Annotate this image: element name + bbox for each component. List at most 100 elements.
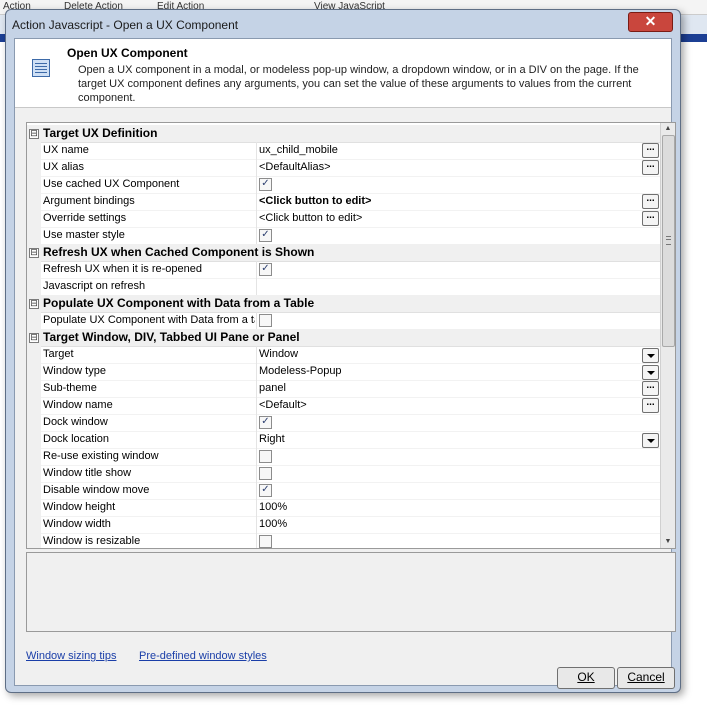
scroll-up-icon[interactable]: ▲	[661, 123, 675, 135]
ellipsis-button[interactable]: ...	[642, 194, 659, 209]
column-separator[interactable]	[256, 363, 257, 380]
property-row-ux-name[interactable]: UX name ux_child_mobile...	[27, 142, 661, 160]
column-separator[interactable]	[256, 261, 257, 278]
property-row-dock-window[interactable]: Dock window ✓	[27, 414, 661, 432]
collapse-toggle-icon[interactable]: ⊟	[29, 248, 39, 258]
column-separator[interactable]	[256, 414, 257, 431]
chevron-down-icon[interactable]	[642, 365, 659, 380]
cancel-button[interactable]: Cancel	[617, 667, 675, 689]
category-populate-ux-component-with-data-from-a-table[interactable]: ⊟ Populate UX Component with Data from a …	[27, 295, 661, 313]
column-separator[interactable]	[256, 482, 257, 499]
property-value[interactable]: ux_child_mobile	[259, 144, 338, 156]
column-separator[interactable]	[256, 227, 257, 244]
collapse-toggle-icon[interactable]: ⊟	[29, 299, 39, 309]
property-row-window-name[interactable]: Window name <Default>...	[27, 397, 661, 415]
collapse-toggle-icon[interactable]: ⊟	[29, 129, 39, 139]
property-value[interactable]: 100%	[259, 501, 287, 513]
ellipsis-button[interactable]: ...	[642, 211, 659, 226]
chevron-down-icon[interactable]	[642, 348, 659, 363]
title-bar[interactable]: Action Javascript - Open a UX Component …	[6, 10, 680, 38]
property-value[interactable]: 100%	[259, 518, 287, 530]
property-row-window-height[interactable]: Window height 100%	[27, 499, 661, 517]
column-separator[interactable]	[256, 448, 257, 465]
column-separator[interactable]	[256, 312, 257, 329]
category-target-window-div-tabbed-ui-pane-or-panel[interactable]: ⊟ Target Window, DIV, Tabbed UI Pane or P…	[27, 329, 661, 347]
row-margin	[27, 414, 41, 431]
column-separator[interactable]	[256, 516, 257, 533]
ellipsis-button[interactable]: ...	[642, 398, 659, 413]
property-row-use-master-style[interactable]: Use master style ✓	[27, 227, 661, 245]
column-separator[interactable]	[256, 193, 257, 210]
category-refresh-ux-when-cached-component-is-shown[interactable]: ⊟ Refresh UX when Cached Component is Sho…	[27, 244, 661, 262]
property-checkbox[interactable]	[259, 535, 272, 548]
property-value[interactable]: <Default>	[259, 399, 307, 411]
property-row-use-cached-ux-component[interactable]: Use cached UX Component ✓	[27, 176, 661, 194]
scroll-thumb[interactable]	[662, 135, 675, 347]
property-name: Window name	[43, 399, 113, 411]
property-row-target[interactable]: Target Window	[27, 346, 661, 364]
ellipsis-button[interactable]: ...	[642, 381, 659, 396]
column-separator[interactable]	[256, 346, 257, 363]
property-value[interactable]: Right	[259, 433, 285, 445]
property-value[interactable]: <Click button to edit>	[259, 212, 362, 224]
column-separator[interactable]	[256, 465, 257, 482]
column-separator[interactable]	[256, 142, 257, 159]
column-separator[interactable]	[256, 380, 257, 397]
vertical-scrollbar[interactable]: ▲ ▼	[660, 123, 675, 548]
column-separator[interactable]	[256, 278, 257, 295]
column-separator[interactable]	[256, 210, 257, 227]
ellipsis-button[interactable]: ...	[642, 143, 659, 158]
property-row-javascript-on-refresh[interactable]: Javascript on refresh	[27, 278, 661, 296]
property-name: Window title show	[43, 467, 132, 479]
property-checkbox[interactable]	[259, 467, 272, 480]
category-label: Refresh UX when Cached Component is Show…	[43, 245, 315, 259]
column-separator[interactable]	[256, 397, 257, 414]
property-value[interactable]: Window	[259, 348, 298, 360]
property-checkbox[interactable]	[259, 314, 272, 327]
property-checkbox[interactable]: ✓	[259, 484, 272, 497]
property-value[interactable]: <DefaultAlias>	[259, 161, 331, 173]
ok-button[interactable]: OK	[557, 667, 615, 689]
column-separator[interactable]	[256, 499, 257, 516]
property-row-window-title-show[interactable]: Window title show	[27, 465, 661, 483]
property-value[interactable]: <Click button to edit>	[259, 195, 371, 207]
property-row-override-settings[interactable]: Override settings <Click button to edit>.…	[27, 210, 661, 228]
collapse-toggle-icon[interactable]: ⊟	[29, 333, 39, 343]
form-grid-icon	[32, 59, 50, 77]
property-row-window-type[interactable]: Window type Modeless-Popup	[27, 363, 661, 381]
row-margin	[27, 533, 41, 548]
property-row-re-use-existing-window[interactable]: Re-use existing window	[27, 448, 661, 466]
property-checkbox[interactable]	[259, 450, 272, 463]
predefined-window-styles-link[interactable]: Pre-defined window styles	[139, 650, 267, 662]
property-row-populate-ux-component-with-data-from-a-ta[interactable]: Populate UX Component with Data from a t…	[27, 312, 661, 330]
property-row-ux-alias[interactable]: UX alias <DefaultAlias>...	[27, 159, 661, 177]
property-value[interactable]: Modeless-Popup	[259, 365, 342, 377]
property-row-sub-theme[interactable]: Sub-theme panel...	[27, 380, 661, 398]
property-name: Override settings	[43, 212, 127, 224]
column-separator[interactable]	[256, 431, 257, 448]
window-sizing-tips-link[interactable]: Window sizing tips	[26, 650, 116, 662]
property-value[interactable]: panel	[259, 382, 286, 394]
column-separator[interactable]	[256, 159, 257, 176]
row-margin	[27, 278, 41, 295]
row-margin	[27, 499, 41, 516]
property-name: Sub-theme	[43, 382, 97, 394]
column-separator[interactable]	[256, 533, 257, 548]
property-row-window-width[interactable]: Window width 100%	[27, 516, 661, 534]
property-row-dock-location[interactable]: Dock location Right	[27, 431, 661, 449]
property-checkbox[interactable]: ✓	[259, 416, 272, 429]
property-row-disable-window-move[interactable]: Disable window move ✓	[27, 482, 661, 500]
ellipsis-button[interactable]: ...	[642, 160, 659, 175]
close-button[interactable]: ✕	[628, 12, 673, 32]
column-separator[interactable]	[256, 176, 257, 193]
scroll-down-icon[interactable]: ▼	[661, 536, 675, 548]
property-name: Target	[43, 348, 74, 360]
category-target-ux-definition[interactable]: ⊟ Target UX Definition	[27, 125, 661, 143]
property-checkbox[interactable]: ✓	[259, 263, 272, 276]
chevron-down-icon[interactable]	[642, 433, 659, 448]
property-checkbox[interactable]: ✓	[259, 178, 272, 191]
property-checkbox[interactable]: ✓	[259, 229, 272, 242]
property-row-refresh-ux-when-it-is-re-opened[interactable]: Refresh UX when it is re-opened ✓	[27, 261, 661, 279]
property-row-argument-bindings[interactable]: Argument bindings <Click button to edit>.…	[27, 193, 661, 211]
property-row-window-is-resizable[interactable]: Window is resizable	[27, 533, 661, 548]
